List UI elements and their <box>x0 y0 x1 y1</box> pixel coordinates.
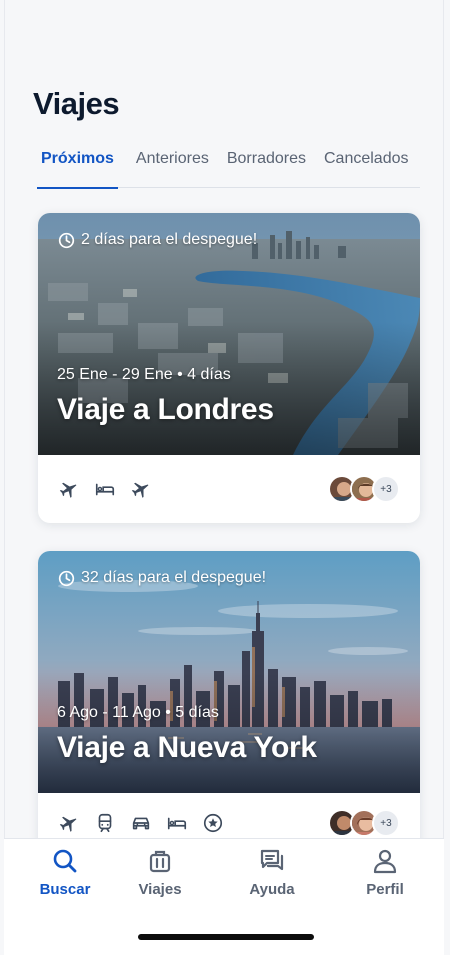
tab-borradores[interactable]: Borradores <box>225 140 308 188</box>
more-travelers-badge: +3 <box>372 809 400 837</box>
user-icon <box>373 849 397 874</box>
trip-tabs: Próximos Anteriores Borradores Cancelado… <box>37 140 420 189</box>
travelers[interactable]: +3 <box>328 475 400 503</box>
travelers[interactable]: +3 <box>328 809 400 837</box>
suitcase-icon <box>149 850 171 873</box>
bed-icon <box>167 817 187 830</box>
train-icon <box>98 813 112 833</box>
search-icon <box>53 849 77 873</box>
clock-icon <box>58 232 75 248</box>
trip-hero-image: 32 días para el despegue! 6 Ago - 11 Ago… <box>38 551 420 793</box>
clock-icon <box>58 570 75 586</box>
countdown-text: 32 días para el despegue! <box>81 569 267 586</box>
bed-icon <box>95 483 115 496</box>
countdown: 32 días para el despegue! <box>58 569 266 587</box>
nav-label: Perfil <box>366 881 404 898</box>
booked-services <box>58 478 152 500</box>
plane-icon <box>59 482 77 498</box>
nav-label: Buscar <box>39 881 91 898</box>
nav-perfil[interactable]: Perfil <box>335 847 435 898</box>
app-screen: Viajes Próximos Anteriores Borradores Ca… <box>4 0 444 955</box>
nav-buscar[interactable]: Buscar <box>15 847 115 898</box>
trip-card-footer: +3 <box>38 455 420 523</box>
trip-card-londres[interactable]: 2 días para el despegue! 25 Ene - 29 Ene… <box>38 213 420 523</box>
plane-icon <box>59 816 77 832</box>
star-icon <box>203 813 223 833</box>
nav-label: Viajes <box>138 881 182 898</box>
home-indicator[interactable] <box>138 934 314 940</box>
booked-services <box>58 812 224 834</box>
tab-proximos[interactable]: Próximos <box>37 140 118 189</box>
plane-icon <box>131 482 149 498</box>
tab-cancelados[interactable]: Cancelados <box>322 140 411 188</box>
chat-icon <box>260 849 284 871</box>
trip-dates: 25 Ene - 29 Ene • 4 días <box>57 366 231 383</box>
trip-name: Viaje a Londres <box>57 393 274 426</box>
nav-label: Ayuda <box>249 881 295 898</box>
nav-ayuda[interactable]: Ayuda <box>222 847 322 898</box>
car-icon <box>132 817 150 830</box>
countdown: 2 días para el despegue! <box>58 231 257 249</box>
trip-dates: 6 Ago - 11 Ago • 5 días <box>57 704 219 721</box>
trip-card-nueva-york[interactable]: 32 días para el despegue! 6 Ago - 11 Ago… <box>38 551 420 851</box>
tab-anteriores[interactable]: Anteriores <box>134 140 211 188</box>
countdown-text: 2 días para el despegue! <box>81 231 258 248</box>
trip-name: Viaje a Nueva York <box>57 731 317 764</box>
more-travelers-badge: +3 <box>372 475 400 503</box>
trip-hero-image: 2 días para el despegue! 25 Ene - 29 Ene… <box>38 213 420 455</box>
nav-viajes[interactable]: Viajes <box>110 847 210 898</box>
page-title: Viajes <box>33 86 120 121</box>
